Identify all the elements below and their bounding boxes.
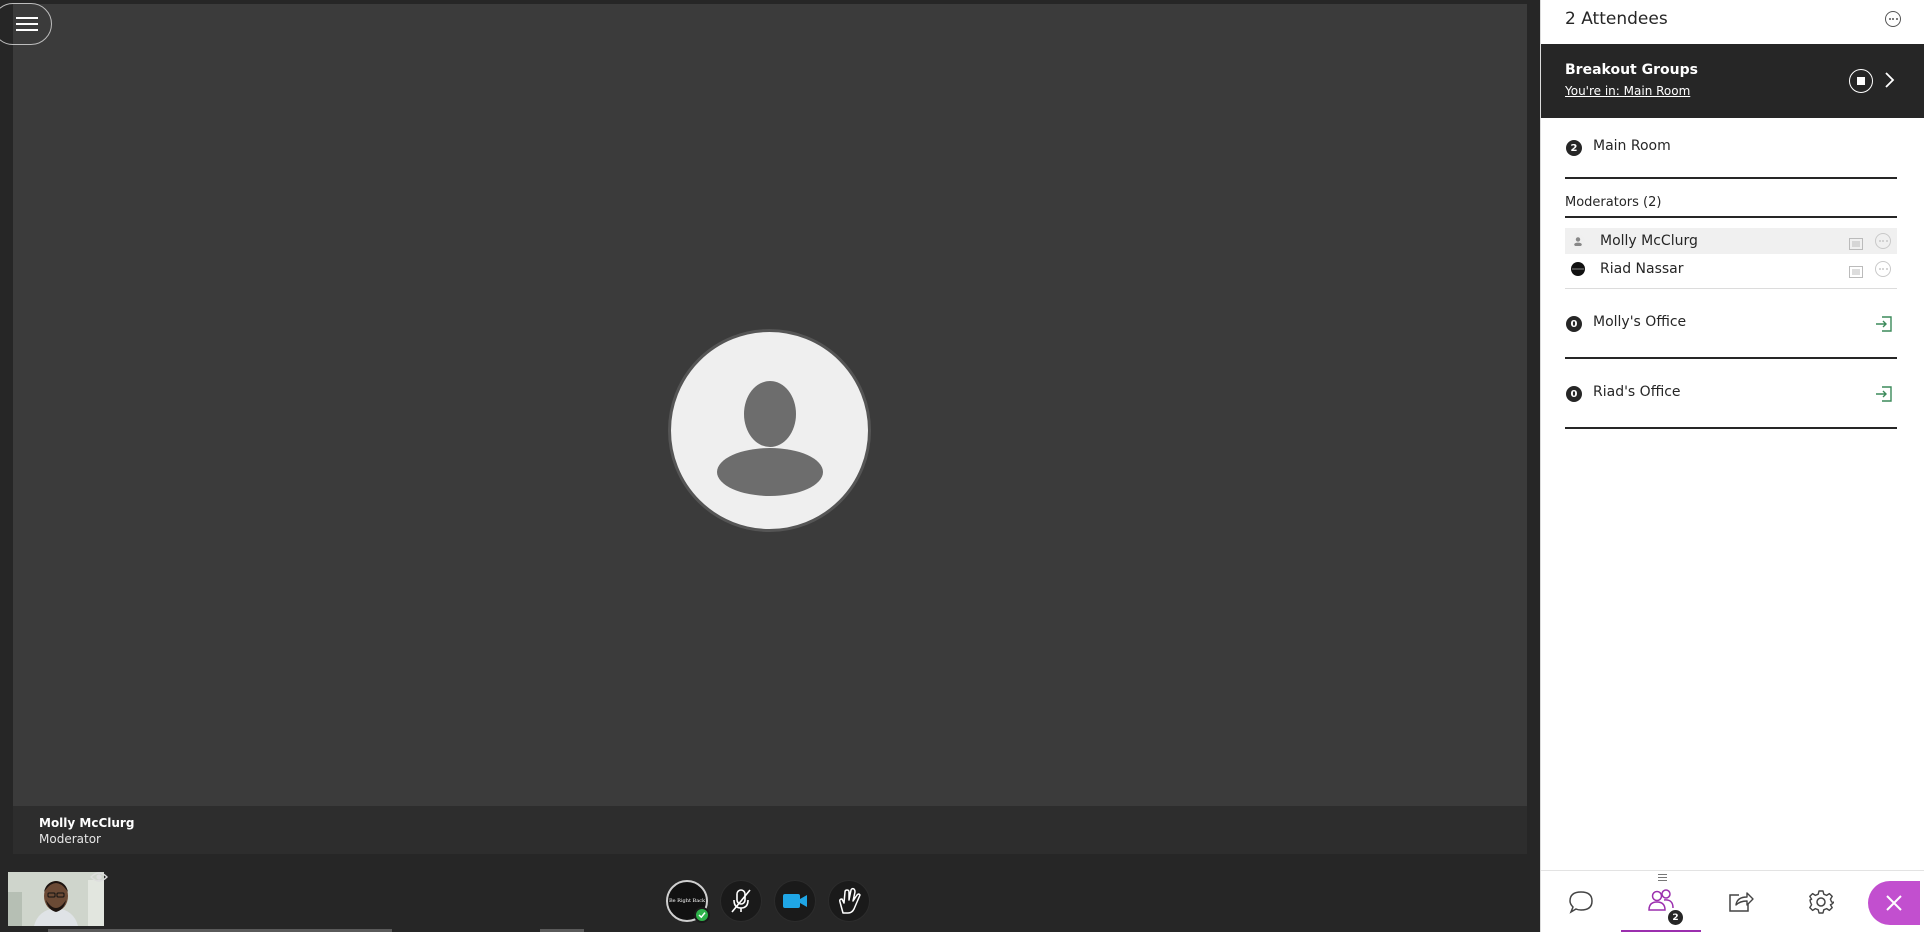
attendee-more-icon[interactable]	[1875, 233, 1891, 249]
captions-icon[interactable]	[1849, 235, 1863, 254]
chat-icon	[1569, 891, 1593, 914]
group-name: Molly's Office	[1593, 314, 1687, 330]
mic-off-icon	[731, 889, 751, 913]
eye-icon[interactable]	[90, 869, 108, 888]
group-main-room[interactable]: 2 Main Room	[1565, 128, 1897, 166]
attendee-row[interactable]: Molly McClurg	[1565, 228, 1897, 254]
join-group-icon[interactable]	[1875, 315, 1893, 337]
raise-hand-icon	[839, 887, 861, 914]
tab-chat[interactable]	[1541, 871, 1621, 932]
more-options-icon[interactable]	[1885, 11, 1901, 27]
join-group-icon[interactable]	[1875, 385, 1893, 407]
stop-icon	[1857, 77, 1865, 85]
captions-icon[interactable]	[1849, 263, 1863, 282]
share-content-icon	[1729, 892, 1754, 912]
attendee-name: Riad Nassar	[1600, 261, 1684, 277]
active-speaker-bar: Molly McClurg Moderator	[13, 806, 1527, 854]
user-avatar-icon	[1571, 262, 1585, 276]
divider	[1565, 288, 1897, 289]
tab-share-content[interactable]	[1701, 871, 1781, 932]
speaker-role: Moderator	[39, 832, 101, 846]
status-button[interactable]: Be Right Back	[666, 880, 710, 923]
moderators-label: Moderators (2)	[1565, 195, 1662, 210]
chevron-right-icon[interactable]	[1883, 71, 1895, 93]
drag-handle-icon	[1658, 874, 1667, 883]
tab-settings[interactable]	[1781, 871, 1861, 932]
check-icon	[694, 907, 710, 923]
group-mollys-office[interactable]: 0 Molly's Office	[1565, 304, 1897, 342]
breakout-groups-banner: Breakout Groups You're in: Main Room	[1541, 44, 1924, 118]
video-area	[13, 4, 1527, 806]
panel-tab-bar: 2	[1541, 870, 1924, 932]
attendee-row[interactable]: Riad Nassar	[1565, 256, 1897, 282]
attendee-more-icon[interactable]	[1875, 261, 1891, 277]
session-menu-button[interactable]	[0, 3, 52, 45]
close-icon	[1886, 895, 1902, 911]
panel-header: 2 Attendees	[1541, 0, 1924, 44]
group-riads-office[interactable]: 0 Riad's Office	[1565, 374, 1897, 412]
close-panel-button[interactable]	[1868, 881, 1920, 925]
default-avatar-icon	[668, 329, 871, 532]
speaker-name: Molly McClurg	[39, 816, 135, 830]
attendees-icon	[1648, 888, 1674, 911]
tab-attendees[interactable]: 2	[1621, 871, 1701, 932]
divider	[1565, 216, 1897, 218]
attendee-name: Molly McClurg	[1600, 233, 1698, 249]
divider	[1565, 177, 1897, 179]
gear-icon	[1809, 890, 1834, 914]
divider	[1565, 357, 1897, 359]
hamburger-icon	[16, 16, 38, 32]
raise-hand-button[interactable]	[828, 880, 870, 922]
panel-title: 2 Attendees	[1565, 9, 1668, 29]
group-count: 0	[1566, 386, 1582, 402]
attendees-count-badge: 2	[1668, 910, 1683, 925]
status-text: Be Right Back	[668, 898, 706, 904]
main-stage: Molly McClurg Moderator Be Right Back	[0, 0, 1540, 932]
stop-breakout-button[interactable]	[1849, 69, 1873, 93]
group-count: 2	[1566, 140, 1582, 156]
user-avatar-icon	[1571, 234, 1585, 248]
microphone-button[interactable]	[720, 880, 762, 922]
video-camera-icon	[783, 894, 807, 908]
group-name: Riad's Office	[1593, 384, 1681, 400]
group-name: Main Room	[1593, 138, 1671, 154]
current-room-link[interactable]: You're in: Main Room	[1565, 84, 1690, 98]
attendees-panel: 2 Attendees Breakout Groups You're in: M…	[1540, 0, 1924, 932]
camera-button[interactable]	[774, 880, 816, 922]
breakout-title: Breakout Groups	[1565, 62, 1698, 78]
divider	[1565, 427, 1897, 429]
group-count: 0	[1566, 316, 1582, 332]
